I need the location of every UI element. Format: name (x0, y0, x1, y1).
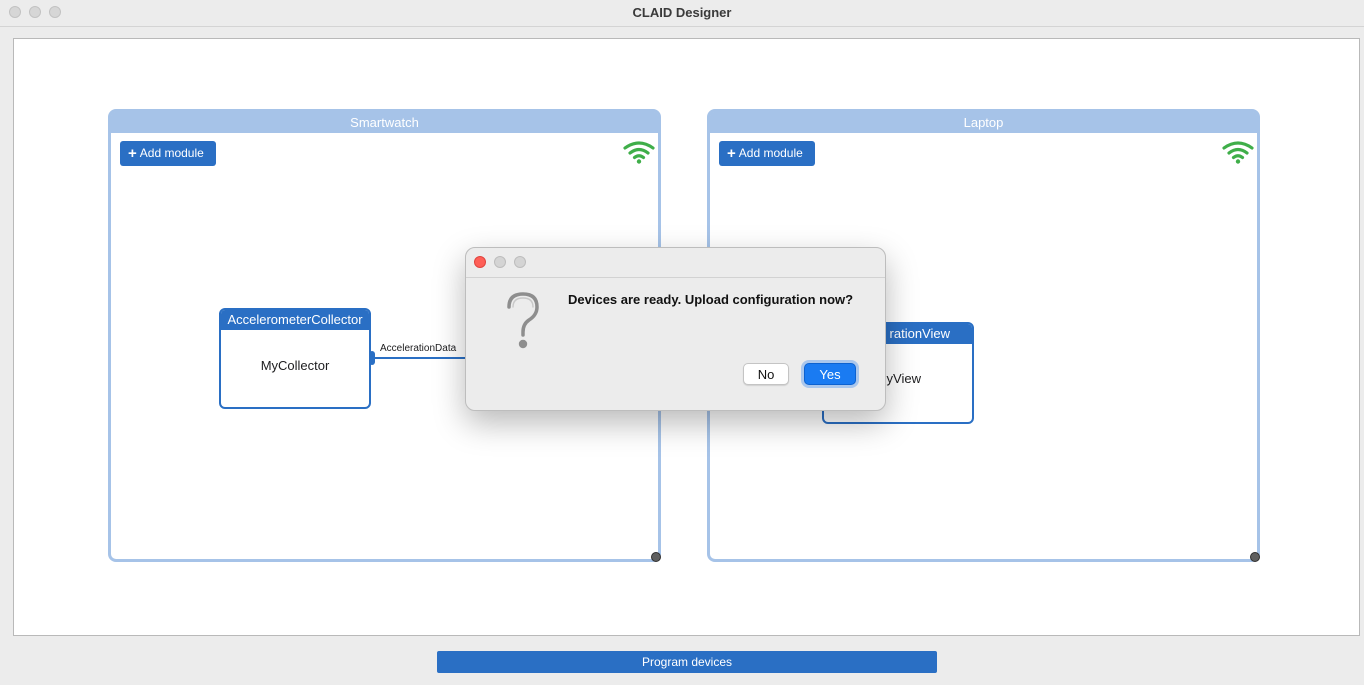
dialog-minimize-button (494, 256, 506, 268)
add-module-label: Add module (139, 146, 204, 160)
plus-icon: + (128, 145, 137, 162)
wifi-connected-icon (623, 141, 655, 164)
module-type-label: AccelerometerCollector (221, 310, 369, 330)
dialog-close-button[interactable] (474, 256, 486, 268)
dialog-titlebar (466, 248, 885, 278)
add-module-label: Add module (738, 146, 803, 160)
upload-config-dialog: Devices are ready. Upload configuration … (465, 247, 886, 411)
module-name-label: MyCollector (260, 358, 330, 373)
add-module-button[interactable]: + Add module (120, 141, 216, 166)
add-module-button[interactable]: + Add module (719, 141, 815, 166)
resize-handle[interactable] (651, 552, 661, 562)
question-mark-icon (507, 292, 539, 349)
plus-icon: + (727, 145, 736, 162)
wifi-connected-icon (1222, 141, 1254, 164)
yes-button[interactable]: Yes (804, 363, 856, 385)
window-title: CLAID Designer (632, 5, 732, 20)
connection-line[interactable] (372, 357, 468, 359)
no-button[interactable]: No (743, 363, 789, 385)
module-accelerometer-collector[interactable]: AccelerometerCollector MyCollector (219, 308, 371, 409)
dialog-message: Devices are ready. Upload configuration … (568, 292, 854, 307)
device-header: Laptop (710, 112, 1257, 133)
device-header: Smartwatch (111, 112, 658, 133)
resize-handle[interactable] (1250, 552, 1260, 562)
window-titlebar: CLAID Designer (0, 0, 1364, 27)
connection-label: AccelerationData (380, 343, 457, 354)
program-devices-button[interactable]: Program devices (437, 651, 937, 673)
dialog-zoom-button (514, 256, 526, 268)
